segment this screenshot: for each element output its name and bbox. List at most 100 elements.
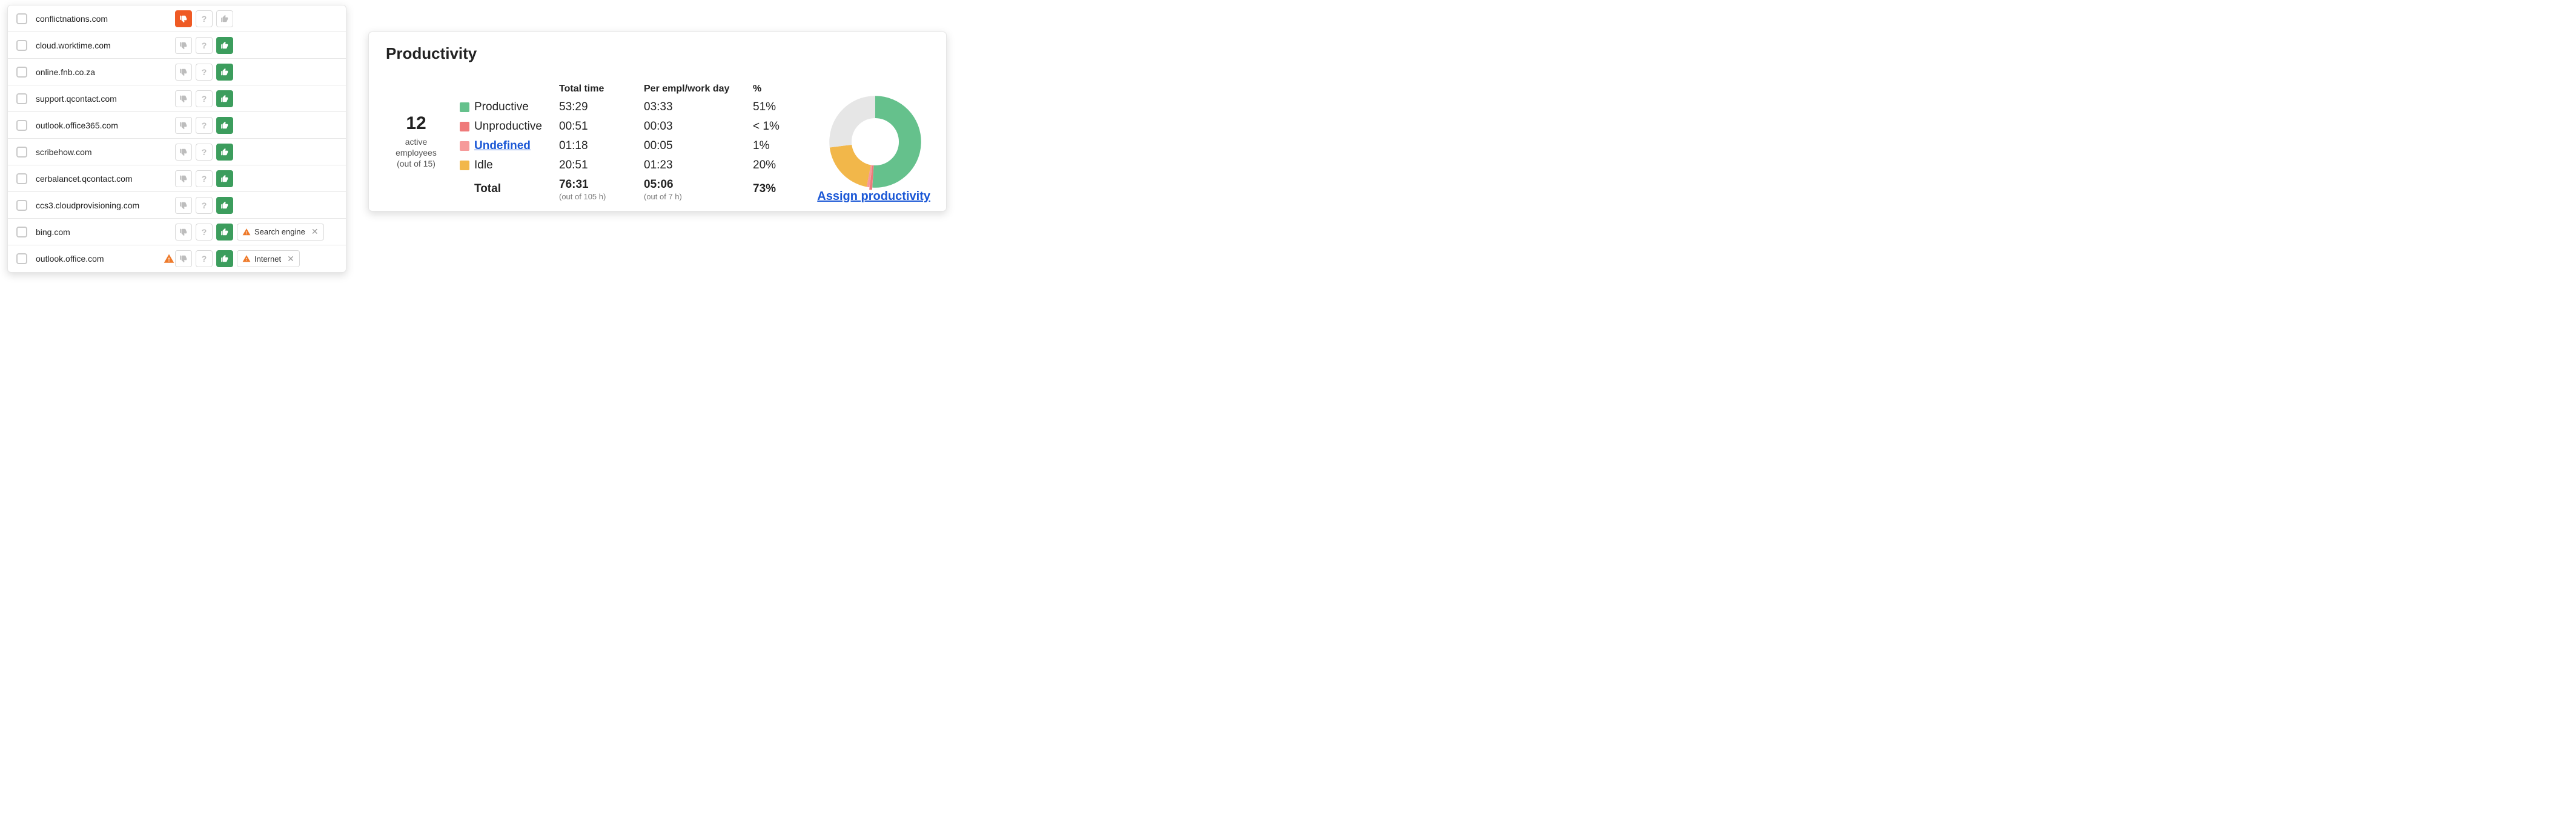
thumbs-down-button[interactable] [175,117,192,134]
row-pct-total: 73% [753,182,801,196]
question-button[interactable]: ? [196,224,213,241]
active-employees-count: 12 [386,114,446,133]
thumbs-up-icon [220,68,229,76]
rating-buttons: ? [175,144,233,161]
site-row: conflictnations.com? [8,5,346,32]
site-domain: conflictnations.com [36,14,163,24]
rating-buttons: ? [175,10,233,27]
site-list-panel: conflictnations.com?cloud.worktime.com?o… [7,5,346,273]
row-total-unproductive: 00:51 [559,120,644,133]
site-row: support.qcontact.com? [8,85,346,112]
productivity-panel: Productivity 12 active employees (out of… [368,32,947,211]
warning-icon [242,228,251,236]
question-button[interactable]: ? [196,144,213,161]
swatch-idle [460,161,469,170]
site-domain: bing.com [36,227,163,237]
thumbs-up-icon [220,174,229,183]
thumbs-down-button[interactable] [175,10,192,27]
question-button[interactable]: ? [196,37,213,54]
thumbs-down-button[interactable] [175,197,192,214]
row-checkbox[interactable] [16,147,27,158]
row-checkbox[interactable] [16,93,27,104]
question-button[interactable]: ? [196,170,213,187]
thumbs-down-icon [179,15,188,23]
thumbs-up-button[interactable] [216,224,233,241]
thumbs-up-button[interactable] [216,250,233,267]
col-header-pct: % [753,84,801,95]
row-total-idle: 20:51 [559,159,644,172]
category-chip[interactable]: Search engine✕ [237,224,324,241]
thumbs-up-button[interactable] [216,64,233,81]
swatch-unproductive [460,122,469,131]
thumbs-up-icon [220,148,229,156]
thumbs-up-button[interactable] [216,197,233,214]
chip-remove-icon[interactable]: ✕ [311,227,319,237]
site-domain: cerbalancet.qcontact.com [36,174,163,184]
row-pct-unproductive: < 1% [753,120,801,133]
thumbs-down-button[interactable] [175,250,192,267]
site-row: bing.com? Search engine✕ [8,219,346,245]
thumbs-up-icon [220,41,229,50]
row-checkbox[interactable] [16,173,27,184]
row-checkbox[interactable] [16,13,27,24]
rating-buttons: ? [175,170,233,187]
thumbs-up-button[interactable] [216,117,233,134]
row-checkbox[interactable] [16,40,27,51]
thumbs-up-button[interactable] [216,10,233,27]
row-label-undefined[interactable]: Undefined [474,139,559,153]
thumbs-down-button[interactable] [175,224,192,241]
thumbs-up-button[interactable] [216,37,233,54]
site-domain: outlook.office.com [36,254,163,264]
rating-buttons: ? [175,64,233,81]
thumbs-down-button[interactable] [175,170,192,187]
rating-buttons: ? [175,117,233,134]
question-button[interactable]: ? [196,117,213,134]
site-row: outlook.office.com? Internet✕ [8,245,346,272]
thumbs-down-icon [179,201,188,210]
row-label-total: Total [474,182,559,196]
thumbs-up-button[interactable] [216,144,233,161]
swatch-undefined [460,141,469,151]
thumbs-down-button[interactable] [175,37,192,54]
site-row: cloud.worktime.com? [8,32,346,59]
question-button[interactable]: ? [196,250,213,267]
thumbs-down-icon [179,148,188,156]
site-row: outlook.office365.com? [8,112,346,139]
row-checkbox[interactable] [16,227,27,237]
question-button[interactable]: ? [196,64,213,81]
swatch-productive [460,102,469,112]
donut-hole [852,118,899,165]
row-total-productive: 53:29 [559,101,644,114]
row-checkbox[interactable] [16,253,27,264]
thumbs-down-icon [179,41,188,50]
thumbs-down-button[interactable] [175,90,192,107]
row-label-idle: Idle [474,159,559,172]
site-row: scribehow.com? [8,139,346,165]
row-per-productive: 03:33 [644,101,753,114]
row-checkbox[interactable] [16,67,27,78]
active-employees-sub: active employees (out of 15) [386,136,446,170]
question-button[interactable]: ? [196,10,213,27]
category-chip[interactable]: Internet✕ [237,250,300,267]
thumbs-up-icon [220,95,229,103]
row-checkbox[interactable] [16,120,27,131]
warning-col [163,253,175,264]
thumbs-down-icon [179,121,188,130]
question-button[interactable]: ? [196,197,213,214]
row-pct-idle: 20% [753,159,801,172]
col-header-per: Per empl/work day [644,84,753,95]
thumbs-up-button[interactable] [216,170,233,187]
row-checkbox[interactable] [16,200,27,211]
thumbs-up-button[interactable] [216,90,233,107]
panel-title: Productivity [386,44,929,63]
productivity-donut-chart [815,81,936,202]
chip-remove-icon[interactable]: ✕ [287,254,294,264]
thumbs-down-icon [179,174,188,183]
thumbs-down-icon [179,228,188,236]
thumbs-down-button[interactable] [175,64,192,81]
warning-icon [164,253,174,264]
assign-productivity-link[interactable]: Assign productivity [817,190,930,204]
productivity-table: Total timePer empl/work day%Productive53… [460,84,801,201]
thumbs-down-button[interactable] [175,144,192,161]
question-button[interactable]: ? [196,90,213,107]
